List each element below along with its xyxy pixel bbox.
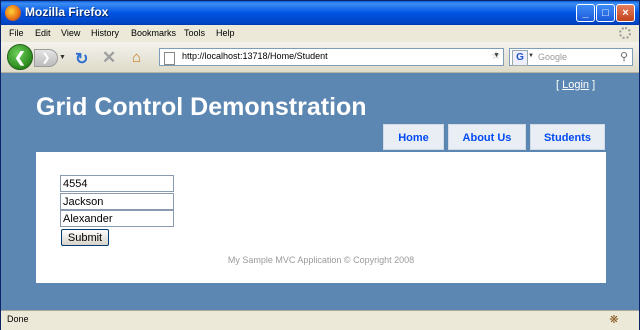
forward-button[interactable]: ❯ xyxy=(34,49,58,67)
minimize-button[interactable]: _ xyxy=(576,4,595,22)
menu-help[interactable]: Help xyxy=(216,28,235,38)
reload-icon[interactable]: ↻ xyxy=(75,49,88,69)
tab-home[interactable]: Home xyxy=(383,124,444,150)
maximize-button[interactable]: □ xyxy=(596,4,615,22)
page-title: Grid Control Demonstration xyxy=(36,93,367,121)
menu-file[interactable]: File xyxy=(9,28,24,38)
bookmark-star-icon[interactable]: ☆ xyxy=(491,49,501,62)
search-box[interactable]: G ▼ Google ⚲ xyxy=(509,48,633,66)
window-title: Mozilla Firefox xyxy=(25,5,109,19)
close-button[interactable]: × xyxy=(616,4,635,22)
menu-bar: File Edit View History Bookmarks Tools H… xyxy=(1,25,639,42)
firebug-icon[interactable]: ❋ xyxy=(606,313,622,327)
activity-throbber-icon xyxy=(619,27,631,39)
last-name-field[interactable] xyxy=(60,193,174,210)
page-content: [ Login ] Grid Control Demonstration Hom… xyxy=(1,73,639,310)
history-dropdown-icon[interactable]: ▼ xyxy=(59,54,66,61)
login-bracket-close: ] xyxy=(592,79,596,91)
first-name-field[interactable] xyxy=(60,210,174,227)
back-button[interactable]: ❮ xyxy=(7,44,33,70)
page-favicon-icon xyxy=(164,52,175,65)
engine-dropdown-icon[interactable]: ▼ xyxy=(528,53,534,59)
address-bar[interactable]: http://localhost:13718/Home/Student ▼ xyxy=(159,48,504,66)
menu-tools[interactable]: Tools xyxy=(184,28,205,38)
stop-icon[interactable]: ✕ xyxy=(102,48,116,68)
menu-view[interactable]: View xyxy=(61,28,80,38)
search-icon[interactable]: ⚲ xyxy=(620,50,628,63)
login-link[interactable]: Login xyxy=(562,79,589,91)
browser-window: Mozilla Firefox _ □ × File Edit View His… xyxy=(0,0,640,330)
menu-edit[interactable]: Edit xyxy=(35,28,51,38)
search-placeholder[interactable]: Google xyxy=(538,52,567,62)
status-text: Done xyxy=(7,314,29,324)
tab-about-us[interactable]: About Us xyxy=(448,124,526,150)
navigation-toolbar: ❮ ❯ ▼ ↻ ✕ ⌂ http://localhost:13718/Home/… xyxy=(1,42,639,73)
status-bar: Done ❋ xyxy=(1,310,639,330)
google-engine-icon[interactable]: G xyxy=(512,50,528,66)
login-area: [ Login ] xyxy=(556,79,595,91)
menu-history[interactable]: History xyxy=(91,28,119,38)
main-content-panel: Submit My Sample MVC Application © Copyr… xyxy=(36,152,606,283)
url-text[interactable]: http://localhost:13718/Home/Student xyxy=(182,51,328,61)
home-icon[interactable]: ⌂ xyxy=(132,49,141,66)
tab-students[interactable]: Students xyxy=(530,124,605,150)
firefox-icon xyxy=(5,5,21,21)
login-bracket-open: [ xyxy=(556,79,560,91)
menu-bookmarks[interactable]: Bookmarks xyxy=(131,28,176,38)
footer-copyright: My Sample MVC Application © Copyright 20… xyxy=(227,255,415,265)
id-field[interactable] xyxy=(60,175,174,192)
title-bar: Mozilla Firefox _ □ × xyxy=(1,1,639,25)
submit-button[interactable]: Submit xyxy=(61,229,109,246)
